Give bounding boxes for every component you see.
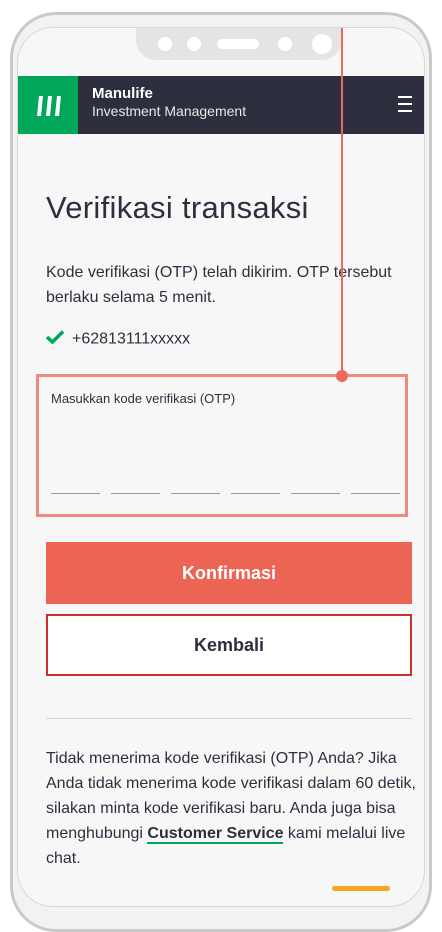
otp-digit-3[interactable] xyxy=(171,493,220,494)
help-text: Tidak menerima kode verifikasi (OTP) And… xyxy=(46,746,416,871)
phone-screen: Manulife Investment Management Verifikas… xyxy=(17,27,425,907)
otp-digit-6[interactable] xyxy=(351,493,400,494)
hamburger-menu-icon[interactable] xyxy=(398,96,412,112)
checkmark-icon xyxy=(45,330,65,349)
phone-number: +62813111xxxxx xyxy=(72,330,191,348)
manulife-logo-icon xyxy=(37,96,61,116)
otp-digit-5[interactable] xyxy=(291,493,340,494)
app-header: Manulife Investment Management xyxy=(18,76,424,134)
customer-service-link[interactable]: Customer Service xyxy=(147,825,284,844)
callout-line xyxy=(341,28,343,376)
sensor-dot xyxy=(187,37,201,51)
confirm-button[interactable]: Konfirmasi xyxy=(46,542,412,604)
sensor-dot xyxy=(278,37,292,51)
manulife-logo[interactable] xyxy=(18,76,78,134)
otp-digit-1[interactable] xyxy=(51,493,100,494)
page-title: Verifikasi transaksi xyxy=(46,190,309,225)
callout-dot xyxy=(336,370,348,382)
otp-label: Masukkan kode verifikasi (OTP) xyxy=(51,391,236,406)
otp-sent-message: Kode verifikasi (OTP) telah dikirim. OTP… xyxy=(46,264,392,306)
phone-number-row: +62813111xxxxx xyxy=(45,330,191,349)
brand-subtitle: Investment Management xyxy=(92,103,247,119)
divider xyxy=(46,718,412,719)
phone-notch xyxy=(136,28,342,60)
camera-icon xyxy=(312,34,332,54)
otp-digit-fields[interactable] xyxy=(51,493,400,494)
otp-digit-2[interactable] xyxy=(111,493,160,494)
live-chat-tab[interactable] xyxy=(332,886,390,891)
back-button[interactable]: Kembali xyxy=(46,614,412,676)
otp-input-box[interactable]: Masukkan kode verifikasi (OTP) xyxy=(36,374,408,517)
otp-digit-4[interactable] xyxy=(231,493,280,494)
brand-name: Manulife xyxy=(92,85,153,102)
sensor-dot xyxy=(158,37,172,51)
brand: Manulife Investment Management xyxy=(92,86,246,120)
speaker-pill xyxy=(217,39,259,49)
